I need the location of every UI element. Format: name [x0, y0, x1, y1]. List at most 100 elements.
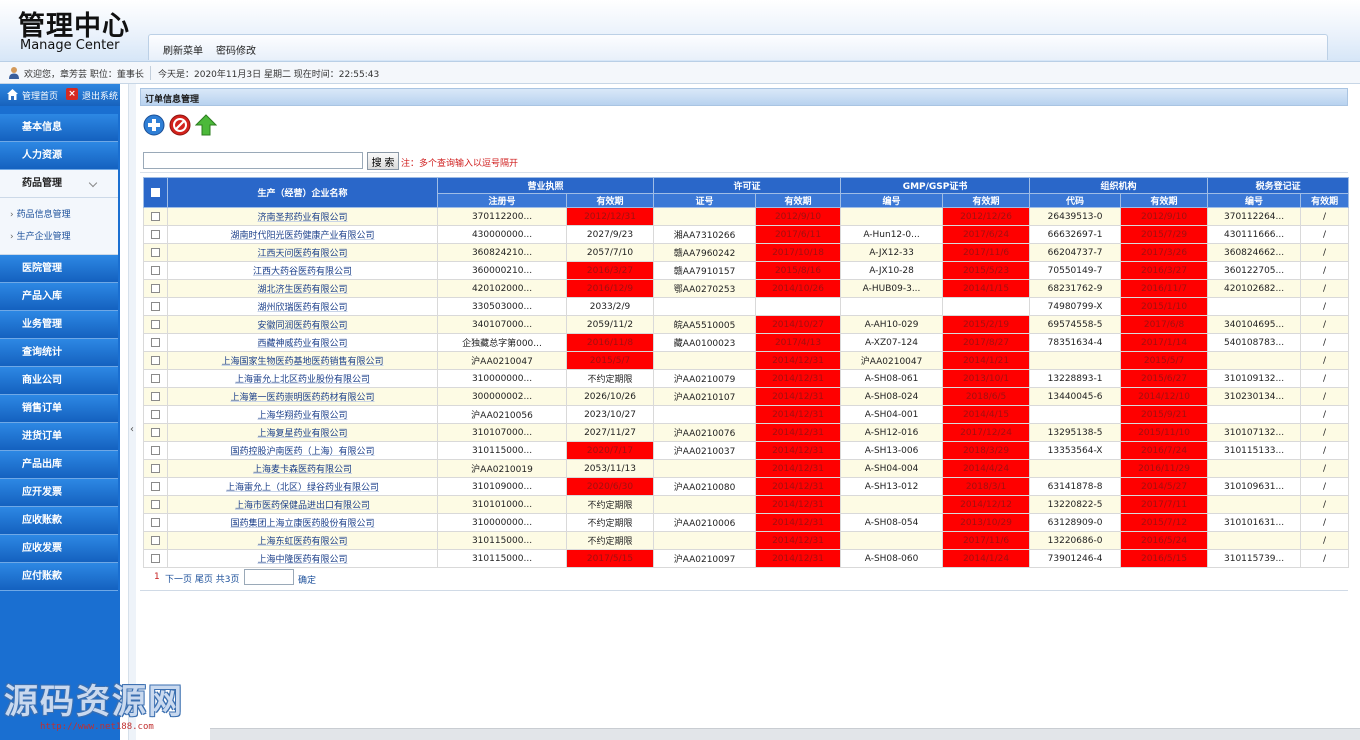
- tab-refresh-menu[interactable]: 刷新菜单: [163, 42, 203, 57]
- row-select-cell[interactable]: [143, 441, 168, 460]
- row-checkbox[interactable]: [151, 445, 160, 455]
- row-select-cell[interactable]: [143, 387, 168, 406]
- sidebar-subitem[interactable]: 药品信息管理: [0, 204, 118, 226]
- company-name-link[interactable]: 湖北济生医药有限公司: [167, 279, 438, 298]
- table-row[interactable]: 上海第一医药崇明医药药材有限公司 300000002... 2026/10/26 沪A…: [143, 387, 1350, 406]
- sidebar-item[interactable]: 人力资源: [0, 142, 118, 170]
- row-select-cell[interactable]: [143, 207, 168, 226]
- company-name-link[interactable]: 上海雷允上北区药业股份有限公司: [167, 369, 438, 388]
- company-name-link[interactable]: 上海市医药保健品进出口有限公司: [167, 495, 438, 514]
- table-row[interactable]: 上海东虹医药有限公司 310115000... 不约定期限 2014/12/31 201…: [143, 531, 1350, 550]
- row-select-cell[interactable]: [143, 423, 168, 442]
- row-checkbox[interactable]: [151, 247, 160, 257]
- row-select-cell[interactable]: [143, 369, 168, 388]
- row-checkbox[interactable]: [151, 283, 160, 293]
- row-select-cell[interactable]: [143, 531, 168, 550]
- table-row[interactable]: 济南圣邦药业有限公司 370112200... 2012/12/31 2012/9/1…: [143, 207, 1350, 226]
- sidebar-item[interactable]: 查询统计: [0, 339, 118, 367]
- company-name-link[interactable]: 上海华翔药业有限公司: [167, 405, 438, 424]
- sidebar-item[interactable]: 应收发票: [0, 535, 118, 563]
- row-checkbox[interactable]: [151, 229, 160, 239]
- row-select-cell[interactable]: [143, 225, 168, 244]
- company-name-link[interactable]: 上海麦卡森医药有限公司: [167, 459, 438, 478]
- company-name-link[interactable]: 江西天问医药有限公司: [167, 243, 438, 262]
- select-all-cell[interactable]: [143, 177, 168, 208]
- table-row[interactable]: 上海雷允上北区药业股份有限公司 310000000... 不约定期限 沪AA02100…: [143, 369, 1350, 388]
- sidebar-item[interactable]: 应收账款: [0, 507, 118, 535]
- table-row[interactable]: 上海复星药业有限公司 310107000... 2027/11/27 沪AA02100…: [143, 423, 1350, 442]
- company-name-link[interactable]: 国药集团上海立康医药股份有限公司: [167, 513, 438, 532]
- sidebar-item[interactable]: 应付账款: [0, 563, 118, 591]
- pager-links[interactable]: 下一页 尾页 共3页: [165, 572, 239, 585]
- company-name-link[interactable]: 湖州欣瑞医药有限公司: [167, 297, 438, 316]
- company-name-link[interactable]: 国药控股沪南医药（上海）有限公司: [167, 441, 438, 460]
- row-select-cell[interactable]: [143, 549, 168, 568]
- row-select-cell[interactable]: [143, 297, 168, 316]
- row-select-cell[interactable]: [143, 495, 168, 514]
- table-row[interactable]: 湖南时代阳光医药健康产业有限公司 430000000... 2027/9/23 湘AA…: [143, 225, 1350, 244]
- row-select-cell[interactable]: [143, 477, 168, 496]
- row-select-cell[interactable]: [143, 315, 168, 334]
- row-select-cell[interactable]: [143, 459, 168, 478]
- company-name-link[interactable]: 上海雷允上（北区）绿谷药业有限公司: [167, 477, 438, 496]
- table-row[interactable]: 江西天问医药有限公司 360824210... 2057/7/10 赣AA796024…: [143, 243, 1350, 262]
- company-name-link[interactable]: 安徽同润医药有限公司: [167, 315, 438, 334]
- row-checkbox[interactable]: [151, 517, 160, 527]
- row-checkbox[interactable]: [151, 427, 160, 437]
- row-select-cell[interactable]: [143, 243, 168, 262]
- sidebar-item[interactable]: 销售订单: [0, 395, 118, 423]
- row-checkbox[interactable]: [151, 463, 160, 473]
- company-name-link[interactable]: 江西大药谷医药有限公司: [167, 261, 438, 280]
- sidebar-item[interactable]: 产品入库: [0, 283, 118, 311]
- add-icon[interactable]: [143, 114, 165, 136]
- table-row[interactable]: 上海麦卡森医药有限公司 沪AA0210019 2053/11/13 2014/12/3…: [143, 459, 1350, 478]
- row-select-cell[interactable]: [143, 261, 168, 280]
- company-name-link[interactable]: 湖南时代阳光医药健康产业有限公司: [167, 225, 438, 244]
- search-button[interactable]: 搜 索: [367, 152, 399, 170]
- horizontal-scrollbar[interactable]: [210, 728, 1360, 740]
- row-checkbox[interactable]: [151, 337, 160, 347]
- row-checkbox[interactable]: [151, 535, 160, 545]
- table-row[interactable]: 上海市医药保健品进出口有限公司 310101000... 不约定期限 2014/12/…: [143, 495, 1350, 514]
- table-row[interactable]: 江西大药谷医药有限公司 360000210... 2016/3/27 赣AA79101…: [143, 261, 1350, 280]
- exit-link[interactable]: 退出系统: [82, 89, 118, 102]
- company-name-link[interactable]: 上海第一医药崇明医药药材有限公司: [167, 387, 438, 406]
- table-row[interactable]: 西藏神威药业有限公司 企独藏总字第000... 2016/11/8 藏AA010002…: [143, 333, 1350, 352]
- exit-icon[interactable]: ×: [66, 88, 78, 100]
- table-row[interactable]: 国药控股沪南医药（上海）有限公司 310115000... 2020/7/17 沪AA…: [143, 441, 1350, 460]
- company-name-link[interactable]: 上海东虹医药有限公司: [167, 531, 438, 550]
- row-select-cell[interactable]: [143, 279, 168, 298]
- row-checkbox[interactable]: [151, 265, 160, 275]
- row-checkbox[interactable]: [151, 211, 160, 221]
- table-row[interactable]: 湖北济生医药有限公司 420102000... 2016/12/9 鄂AA027025…: [143, 279, 1350, 298]
- row-checkbox[interactable]: [151, 481, 160, 491]
- row-checkbox[interactable]: [151, 301, 160, 311]
- sidebar-item[interactable]: 进货订单: [0, 423, 118, 451]
- sidebar-item-drug-management[interactable]: 药品管理: [0, 170, 118, 198]
- row-checkbox[interactable]: [151, 355, 160, 365]
- row-checkbox[interactable]: [151, 553, 160, 563]
- sidebar-subitem[interactable]: 生产企业管理: [0, 226, 118, 248]
- table-row[interactable]: 湖州欣瑞医药有限公司 330503000... 2033/2/9 74980799-X…: [143, 297, 1350, 316]
- company-name-link[interactable]: 西藏神威药业有限公司: [167, 333, 438, 352]
- sidebar-item[interactable]: 业务管理: [0, 311, 118, 339]
- table-row[interactable]: 安徽同润医药有限公司 340107000... 2059/11/2 皖AA551000…: [143, 315, 1350, 334]
- tab-change-password[interactable]: 密码修改: [216, 42, 256, 57]
- sidebar-item[interactable]: 医院管理: [0, 255, 118, 283]
- company-name-link[interactable]: 上海国家生物医药基地医药销售有限公司: [167, 351, 438, 370]
- select-all-checkbox[interactable]: [151, 187, 160, 197]
- delete-icon[interactable]: [169, 114, 191, 136]
- row-select-cell[interactable]: [143, 351, 168, 370]
- sidebar-item[interactable]: 产品出库: [0, 451, 118, 479]
- row-checkbox[interactable]: [151, 319, 160, 329]
- table-row[interactable]: 上海雷允上（北区）绿谷药业有限公司 310109000... 2020/6/30 沪A…: [143, 477, 1350, 496]
- sidebar-splitter[interactable]: [128, 84, 136, 740]
- company-name-link[interactable]: 济南圣邦药业有限公司: [167, 207, 438, 226]
- page-confirm-button[interactable]: 确定: [298, 573, 316, 586]
- row-checkbox[interactable]: [151, 373, 160, 383]
- row-select-cell[interactable]: [143, 513, 168, 532]
- table-row[interactable]: 上海华翔药业有限公司 沪AA0210056 2023/10/27 2014/12/31…: [143, 405, 1350, 424]
- row-select-cell[interactable]: [143, 405, 168, 424]
- home-icon[interactable]: [6, 88, 19, 101]
- company-name-link[interactable]: 上海中隆医药有限公司: [167, 549, 438, 568]
